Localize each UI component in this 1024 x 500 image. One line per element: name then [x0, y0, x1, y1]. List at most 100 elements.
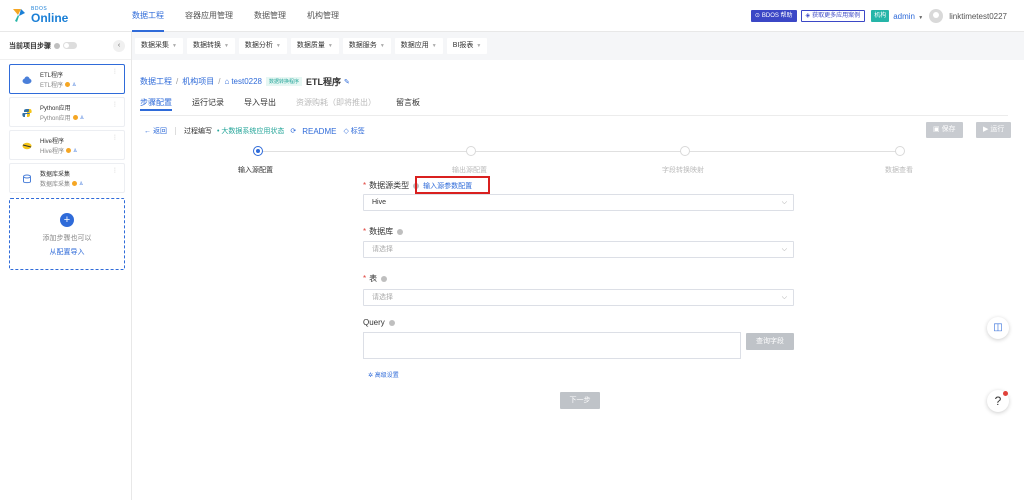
tab-message-board[interactable]: 留言板: [396, 97, 420, 111]
top-nav-data-engineering[interactable]: 数据工程: [132, 0, 164, 32]
table-select[interactable]: 请选择 ⌵: [363, 289, 794, 306]
toolbar-data-analysis[interactable]: 数据分析 ▼: [238, 38, 287, 54]
database-label: 数据库: [369, 227, 394, 236]
chevron-down-icon: ⌵: [781, 246, 787, 253]
more-icon[interactable]: ⋮: [112, 167, 118, 174]
tag-link[interactable]: ◇ 标签: [343, 126, 364, 136]
required-mark: *: [363, 227, 367, 236]
breadcrumb: 数据工程 / 机构项目 / ⌂ test0228 数据转换程序 ETL程序 ✎: [140, 75, 350, 88]
back-link[interactable]: ← 返回: [144, 126, 167, 136]
highlight-box: [415, 176, 490, 194]
add-step-hint: 添加步骤也可以: [42, 235, 92, 242]
help-button[interactable]: ⊙ BDOS 帮助: [750, 10, 797, 22]
user-icon: ♙: [72, 81, 77, 88]
chevron-down-icon: ▼: [275, 43, 281, 49]
top-bar: BDOS Online 数据工程 容器应用管理 数据管理 机构管理 ⊙ BDOS…: [0, 0, 1024, 32]
page-title: ETL程序: [306, 77, 342, 87]
sidebar-title: 当前项目步骤: [9, 42, 51, 50]
wizard-progress-line: [258, 151, 903, 152]
sidebar-step-python[interactable]: Python应用 Python应用 ♙ ⋮: [9, 97, 125, 127]
toolbar-data-service[interactable]: 数据服务 ▼: [342, 38, 391, 54]
run-button[interactable]: ▶ 运行: [976, 122, 1012, 138]
next-step-button[interactable]: 下一步: [560, 392, 600, 409]
toolbar-data-app[interactable]: 数据应用 ▼: [394, 38, 443, 54]
tab-import-export[interactable]: 导入导出: [244, 97, 276, 111]
cases-button[interactable]: ◈ 获取更多应用案例: [800, 10, 866, 22]
layers-icon: ◈: [805, 13, 811, 19]
sidebar-step-db-collect[interactable]: 数据库采集 数据库采集 ♙ ⋮: [9, 163, 125, 193]
help-circle-icon[interactable]: [388, 319, 395, 326]
wizard-step-1-label: 输入源配置: [238, 167, 273, 174]
main-panel: 数据工程 / 机构项目 / ⌂ test0228 数据转换程序 ETL程序 ✎ …: [132, 60, 1024, 500]
required-mark: *: [363, 274, 367, 283]
save-button[interactable]: ▣ 保存: [926, 122, 963, 138]
caret-down-icon: ▼: [918, 14, 924, 21]
help-circle-icon[interactable]: [381, 275, 388, 282]
sidebar-step-hive[interactable]: Hive程序 Hive程序 ♙ ⋮: [9, 130, 125, 160]
toolbar-label: 数据转换: [192, 42, 221, 49]
app-state-link[interactable]: • 大数据系统应用状态: [217, 126, 284, 136]
help-circle-icon[interactable]: [397, 228, 404, 235]
step-title: Python应用: [40, 106, 71, 112]
source-type-select[interactable]: Hive ⌵: [363, 194, 794, 211]
cloud-icon: [22, 76, 32, 84]
wizard-step-2-label: 输出源配置: [452, 167, 487, 174]
breadcrumb-org-project[interactable]: 机构项目: [182, 76, 214, 87]
tag-icon: ◇: [343, 128, 351, 135]
toolbar-data-transform[interactable]: 数据转换 ▼: [186, 38, 235, 54]
toolbar-data-collect[interactable]: 数据采集 ▼: [135, 38, 183, 54]
breadcrumb-project[interactable]: test0228: [231, 77, 262, 86]
tab-step-config[interactable]: 步骤配置: [140, 97, 172, 111]
query-textarea[interactable]: [363, 332, 741, 359]
advanced-settings-label: 高级设置: [374, 373, 399, 379]
tab-run-records[interactable]: 运行记录: [192, 97, 224, 111]
help-circle-icon[interactable]: [54, 42, 60, 49]
toolbar-bi-report[interactable]: BI报表 ▼: [446, 38, 488, 54]
logo[interactable]: BDOS Online: [10, 6, 68, 24]
status-dot: [72, 181, 78, 186]
user-menu[interactable]: admin ▼: [893, 12, 923, 21]
step-subtitle-row: 数据库采集 ♙: [40, 179, 84, 189]
database-label-row: * 数据库: [363, 226, 404, 237]
help-question-button[interactable]: ?: [987, 390, 1009, 412]
breadcrumb-data-engineering[interactable]: 数据工程: [140, 76, 172, 87]
source-type-value: Hive: [372, 199, 387, 206]
home-icon: ⌂: [224, 77, 230, 86]
more-icon[interactable]: ⋮: [112, 101, 118, 108]
step-title: 数据库采集: [40, 172, 71, 178]
toolbar-label: 数据分析: [244, 42, 273, 49]
category-toolbar: 数据采集 ▼ 数据转换 ▼ 数据分析 ▼ 数据质量 ▼ 数据服务 ▼ 数据应用 ▼ BI报表…: [132, 32, 1024, 60]
add-step-box[interactable]: + 添加步骤也可以 从配置导入: [9, 198, 125, 270]
step-subtitle: Hive程序: [40, 149, 65, 155]
database-placeholder: 请选择: [372, 246, 393, 253]
chevron-down-icon: ▼: [476, 43, 482, 49]
panel-toggle-icon[interactable]: ◫: [987, 317, 1009, 339]
advanced-settings-link[interactable]: ✲ 高级设置: [368, 370, 399, 379]
top-nav-data-management[interactable]: 数据管理: [254, 0, 286, 32]
sidebar-step-etl[interactable]: ETL程序 ETL程序 ♙ ⋮: [9, 64, 125, 94]
more-icon[interactable]: ⋮: [112, 134, 118, 141]
database-select[interactable]: 请选择 ⌵: [363, 241, 794, 258]
toolbar-data-quality[interactable]: 数据质量 ▼: [290, 38, 339, 54]
top-nav-org-management[interactable]: 机构管理: [307, 0, 339, 32]
logo-big-text: Online: [31, 10, 69, 25]
toolbar-label: 数据质量: [296, 42, 325, 49]
hive-icon: [22, 142, 32, 150]
user-icon: ♙: [79, 114, 85, 121]
query-fields-button[interactable]: 查询字段: [746, 333, 794, 350]
user-icon: ♙: [79, 180, 84, 187]
step-subtitle-row: ETL程序 ♙: [40, 80, 77, 90]
more-icon[interactable]: ⋮: [112, 68, 118, 75]
import-config-link[interactable]: 从配置导入: [10, 247, 124, 257]
top-nav-container-apps[interactable]: 容器应用管理: [185, 0, 233, 32]
help-icon: ⊙: [754, 13, 760, 19]
refresh-icon[interactable]: ⟳: [290, 127, 296, 135]
readme-link[interactable]: README: [302, 127, 336, 136]
sidebar-toggle[interactable]: [63, 42, 77, 49]
table-placeholder: 请选择: [372, 294, 393, 301]
wizard-step-3-dot: [680, 146, 690, 156]
avatar[interactable]: [929, 9, 944, 23]
edit-icon[interactable]: ✎: [344, 78, 350, 86]
plus-icon[interactable]: +: [60, 213, 74, 227]
collapse-sidebar-button[interactable]: ‹: [113, 40, 125, 52]
